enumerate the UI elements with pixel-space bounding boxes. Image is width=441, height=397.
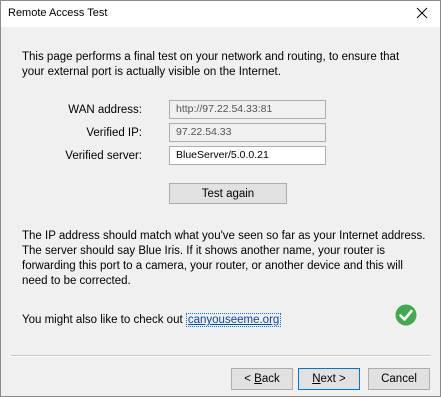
next-accelerator: N <box>312 373 321 385</box>
check-out-line: You might also like to check out canyous… <box>22 313 282 327</box>
check-circle-icon <box>395 304 417 326</box>
back-accelerator: B <box>254 373 262 385</box>
title-bar: Remote Access Test <box>1 1 440 27</box>
verified-server-label: Verified server: <box>65 150 142 162</box>
verified-ip-label: Verified IP: <box>86 127 142 139</box>
check-out-prefix: You might also like to check out <box>22 314 183 326</box>
next-rest: ext > <box>320 373 346 385</box>
back-prefix: < <box>244 373 255 385</box>
intro-text: This page performs a final test on your … <box>22 51 400 78</box>
dialog-footer: < Back Next > Cancel <box>2 357 439 395</box>
wan-address-label: WAN address: <box>68 104 142 116</box>
content-panel: This page performs a final test on your … <box>2 28 439 355</box>
next-button[interactable]: Next > <box>298 368 360 390</box>
window-title: Remote Access Test <box>8 7 108 19</box>
test-again-button[interactable]: Test again <box>169 183 287 204</box>
verified-ip-field: 97.22.54.33 <box>169 123 326 142</box>
remote-access-test-dialog: Remote Access Test This page performs a … <box>0 0 441 397</box>
cancel-button[interactable]: Cancel <box>368 368 430 390</box>
wan-address-field: http://97.22.54.33:81 <box>169 100 326 119</box>
verified-server-field[interactable]: BlueServer/5.0.0.21 <box>169 146 326 165</box>
canyouseeme-link[interactable]: canyouseeme.org <box>185 313 282 327</box>
ip-match-note: The IP address should match what you've … <box>22 230 426 287</box>
back-rest: ack <box>261 373 280 385</box>
close-icon[interactable] <box>412 3 432 23</box>
back-button[interactable]: < Back <box>231 368 293 390</box>
